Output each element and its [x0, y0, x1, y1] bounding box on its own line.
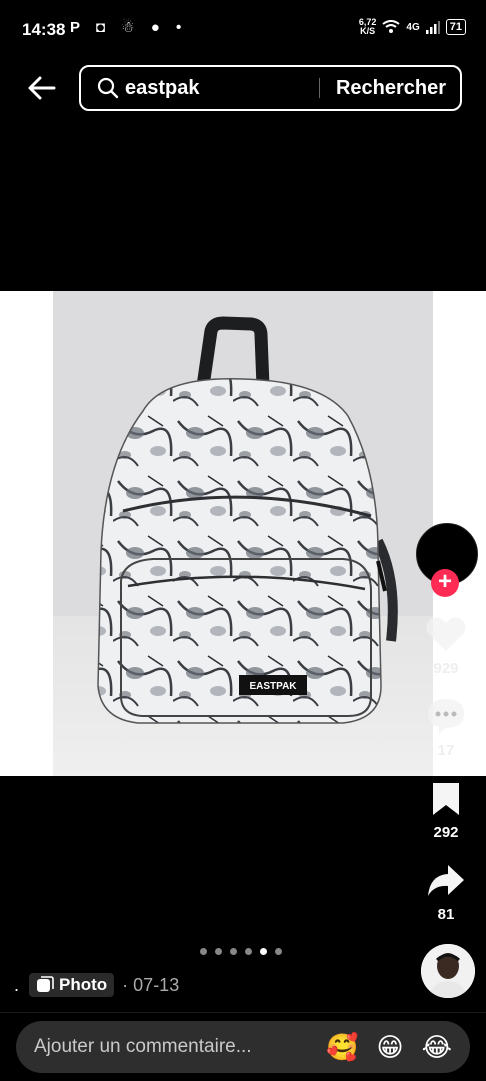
back-arrow-icon[interactable] — [26, 72, 58, 104]
pager-dot[interactable] — [230, 948, 237, 955]
network-type: 4G — [406, 21, 420, 33]
wifi-icon — [382, 20, 401, 33]
photo-badge-label: Photo — [59, 975, 108, 994]
photo-background: EASTPAK — [53, 291, 433, 776]
search-query[interactable]: eastpak — [125, 77, 319, 100]
post-date: · 07-13 — [122, 974, 180, 995]
photo-badge: Photo — [29, 973, 115, 997]
backpack-image: EASTPAK — [97, 316, 398, 724]
share-count: 81 — [437, 906, 455, 923]
share-button[interactable]: 81 — [414, 863, 478, 923]
comment-count: 17 — [437, 742, 455, 759]
like-count: 929 — [433, 660, 459, 677]
battery-indicator: 71 — [445, 19, 466, 35]
like-button[interactable]: 929 — [414, 615, 478, 677]
status-bar: 14:38 P ◘ ☃ ● • 6,72 K/S 4G 71 — [0, 0, 486, 60]
pager-dot-active[interactable] — [260, 948, 267, 955]
post-meta: . Photo · 07-13 — [14, 973, 179, 997]
heart-icon — [426, 617, 466, 651]
follow-button[interactable]: + — [431, 569, 459, 597]
status-right: 6,72 K/S 4G 71 — [359, 18, 466, 36]
comment-icon — [428, 699, 464, 734]
carousel-pager — [200, 948, 282, 955]
pager-dot[interactable] — [245, 948, 252, 955]
share-arrow-icon — [428, 865, 464, 896]
comment-button[interactable]: 17 — [414, 697, 478, 759]
comment-placeholder[interactable]: Ajouter un commentaire... — [34, 1036, 326, 1058]
comment-input[interactable]: Ajouter un commentaire... 🥰 😁 😂 — [16, 1021, 470, 1073]
pager-dot[interactable] — [200, 948, 207, 955]
emoji-hearts-face[interactable]: 🥰 — [326, 1032, 358, 1063]
notification-icons: P ◘ ☃ ● • — [70, 19, 188, 36]
comment-bar: Ajouter un commentaire... 🥰 😁 😂 — [0, 1012, 486, 1081]
sound-avatar[interactable] — [421, 944, 475, 998]
net-speed: 6,72 K/S — [359, 18, 377, 36]
pager-dot[interactable] — [275, 948, 282, 955]
status-time: 14:38 — [22, 20, 66, 39]
search-submit-button[interactable]: Rechercher — [336, 77, 446, 100]
net-speed-unit: K/S — [360, 26, 376, 36]
search-divider — [318, 78, 320, 98]
save-count: 292 — [433, 824, 459, 841]
emoji-grin[interactable]: 😁 — [377, 1032, 404, 1063]
pager-dot[interactable] — [215, 948, 222, 955]
bookmark-icon — [433, 783, 459, 815]
brand-label: EASTPAK — [249, 681, 297, 692]
signal-icon — [425, 21, 440, 34]
search-input[interactable]: eastpak Rechercher — [79, 65, 462, 111]
photo-stack-icon — [37, 976, 54, 992]
save-button[interactable]: 292 — [414, 781, 478, 841]
profile-photo — [421, 944, 475, 998]
emoji-laughing[interactable]: 😂 — [422, 1032, 452, 1063]
caption-text: . — [14, 974, 20, 995]
search-icon — [97, 77, 119, 99]
